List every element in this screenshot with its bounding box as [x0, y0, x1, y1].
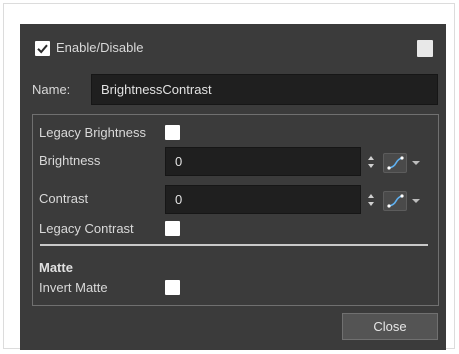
name-input[interactable]: BrightnessContrast	[91, 74, 438, 105]
name-label: Name:	[32, 82, 71, 97]
function-curve-icon	[387, 156, 404, 170]
invert-matte-checkbox[interactable]	[165, 280, 180, 295]
close-button-label: Close	[373, 319, 407, 334]
contrast-input[interactable]: 0	[165, 185, 361, 214]
function-curve-icon	[387, 194, 404, 208]
close-button[interactable]: Close	[342, 313, 438, 340]
checkmark-icon	[37, 44, 48, 54]
brightness-input-value: 0	[175, 154, 183, 169]
contrast-spinner-icon[interactable]	[366, 192, 376, 208]
color-swatch-checkbox[interactable]	[417, 40, 433, 57]
contrast-label: Contrast	[39, 191, 89, 206]
enable-checkbox[interactable]	[35, 41, 50, 56]
brightness-dropdown-icon[interactable]	[411, 159, 421, 167]
contrast-input-value: 0	[175, 192, 183, 207]
enable-label: Enable/Disable	[56, 40, 144, 55]
matte-heading: Matte	[39, 260, 73, 275]
separator	[40, 244, 428, 246]
invert-matte-label: Invert Matte	[39, 280, 108, 295]
name-input-value: BrightnessContrast	[101, 82, 212, 97]
brightness-spinner-icon[interactable]	[366, 154, 376, 170]
brightness-function-button[interactable]	[383, 153, 407, 173]
parameters-group: Legacy Brightness Brightness 0 Contrast …	[32, 114, 439, 306]
legacy-contrast-checkbox[interactable]	[165, 221, 180, 236]
contrast-dropdown-icon[interactable]	[411, 197, 421, 205]
legacy-brightness-label: Legacy Brightness	[39, 125, 146, 140]
contrast-function-button[interactable]	[383, 191, 407, 211]
layer-properties-dialog: Enable/Disable Name: BrightnessContrast …	[20, 24, 446, 350]
brightness-input[interactable]: 0	[165, 147, 361, 176]
brightness-label: Brightness	[39, 153, 101, 168]
legacy-brightness-checkbox[interactable]	[165, 125, 180, 140]
legacy-contrast-label: Legacy Contrast	[39, 221, 134, 236]
